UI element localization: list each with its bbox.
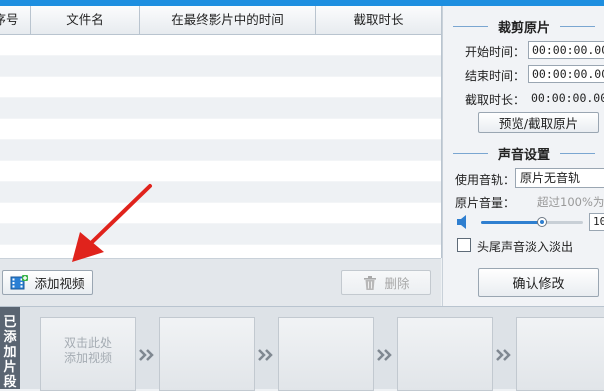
table-row[interactable] [0, 77, 441, 98]
delete-label: 删除 [384, 276, 410, 291]
volume-label: 原片音量： [455, 196, 516, 210]
end-time-field[interactable]: 00:00:00.000 [528, 65, 604, 83]
volume-slider-fill [481, 221, 542, 224]
clip-slot[interactable] [516, 317, 604, 391]
volume-hint: 超过100%为扩 [537, 195, 604, 209]
audio-track-select[interactable]: 原片无音轨 [515, 168, 604, 188]
preview-crop-label: 预览/截取原片 [498, 116, 579, 131]
volume-slider-thumb[interactable] [537, 217, 547, 227]
add-video-hint-line: 添加视频 [63, 351, 112, 365]
column-header-time-in-movie[interactable]: 在最终影片中的时间 [140, 6, 316, 34]
settings-panel: 裁剪原片 开始时间： 00:00:00.000 结束时间： 00:00:00.0… [442, 6, 604, 306]
trash-icon [364, 275, 377, 290]
clip-slot[interactable] [397, 317, 493, 391]
film-add-icon [10, 274, 29, 289]
double-chevron-icon [258, 349, 273, 361]
fade-checkbox[interactable] [457, 238, 471, 252]
table-row[interactable] [0, 161, 441, 182]
audio-track-label: 使用音轨： [455, 173, 516, 187]
strip-label-char: 加 [3, 345, 17, 360]
add-video-hint-line: 双击此处 [63, 336, 112, 350]
add-video-hint: 双击此处 添加视频 [41, 336, 135, 366]
end-time-label: 结束时间： [465, 69, 526, 83]
start-time-label: 开始时间： [465, 45, 526, 59]
speaker-icon [457, 215, 466, 229]
strip-label-char: 添 [3, 330, 17, 345]
column-header-duration[interactable]: 截取时长 [316, 6, 441, 34]
audio-section-title: 声音设置 [443, 143, 604, 163]
strip-label-char: 片 [3, 360, 17, 375]
table-row[interactable] [0, 56, 441, 77]
add-video-button[interactable]: 添加视频 [2, 270, 93, 295]
double-chevron-icon [377, 349, 392, 361]
clip-slot[interactable] [278, 317, 374, 391]
column-header-index[interactable]: 序号 [0, 6, 31, 34]
clip-slot[interactable] [159, 317, 255, 391]
table-row[interactable] [0, 119, 441, 140]
volume-value-field[interactable]: 100 [589, 213, 604, 231]
crop-section-title: 裁剪原片 [443, 16, 604, 36]
table-header: 序号 文件名 在最终影片中的时间 截取时长 [0, 6, 441, 35]
confirm-label: 确认修改 [512, 277, 565, 292]
preview-crop-button[interactable]: 预览/截取原片 [478, 112, 599, 133]
clip-slot[interactable]: 双击此处 添加视频 [40, 317, 136, 391]
delete-button[interactable]: 删除 [341, 270, 431, 295]
double-chevron-icon [496, 349, 511, 361]
added-clips-label: 已 添 加 片 段 [0, 307, 20, 390]
add-video-label: 添加视频 [34, 276, 85, 291]
start-time-field[interactable]: 00:00:00.000 [528, 41, 604, 59]
added-clips-strip: 已 添 加 片 段 双击此处 添加视频 [0, 306, 604, 391]
annotation-arrow [72, 184, 152, 262]
confirm-button[interactable]: 确认修改 [478, 268, 599, 297]
table-row[interactable] [0, 98, 441, 119]
double-chevron-icon [139, 349, 154, 361]
table-row[interactable] [0, 35, 441, 56]
table-row[interactable] [0, 140, 441, 161]
duration-value: 00:00:00.000 [531, 91, 604, 105]
duration-label: 截取时长： [465, 93, 526, 107]
strip-label-char: 已 [3, 315, 17, 330]
column-header-filename[interactable]: 文件名 [31, 6, 140, 34]
fade-label: 头尾声音淡入淡出 [477, 240, 574, 254]
